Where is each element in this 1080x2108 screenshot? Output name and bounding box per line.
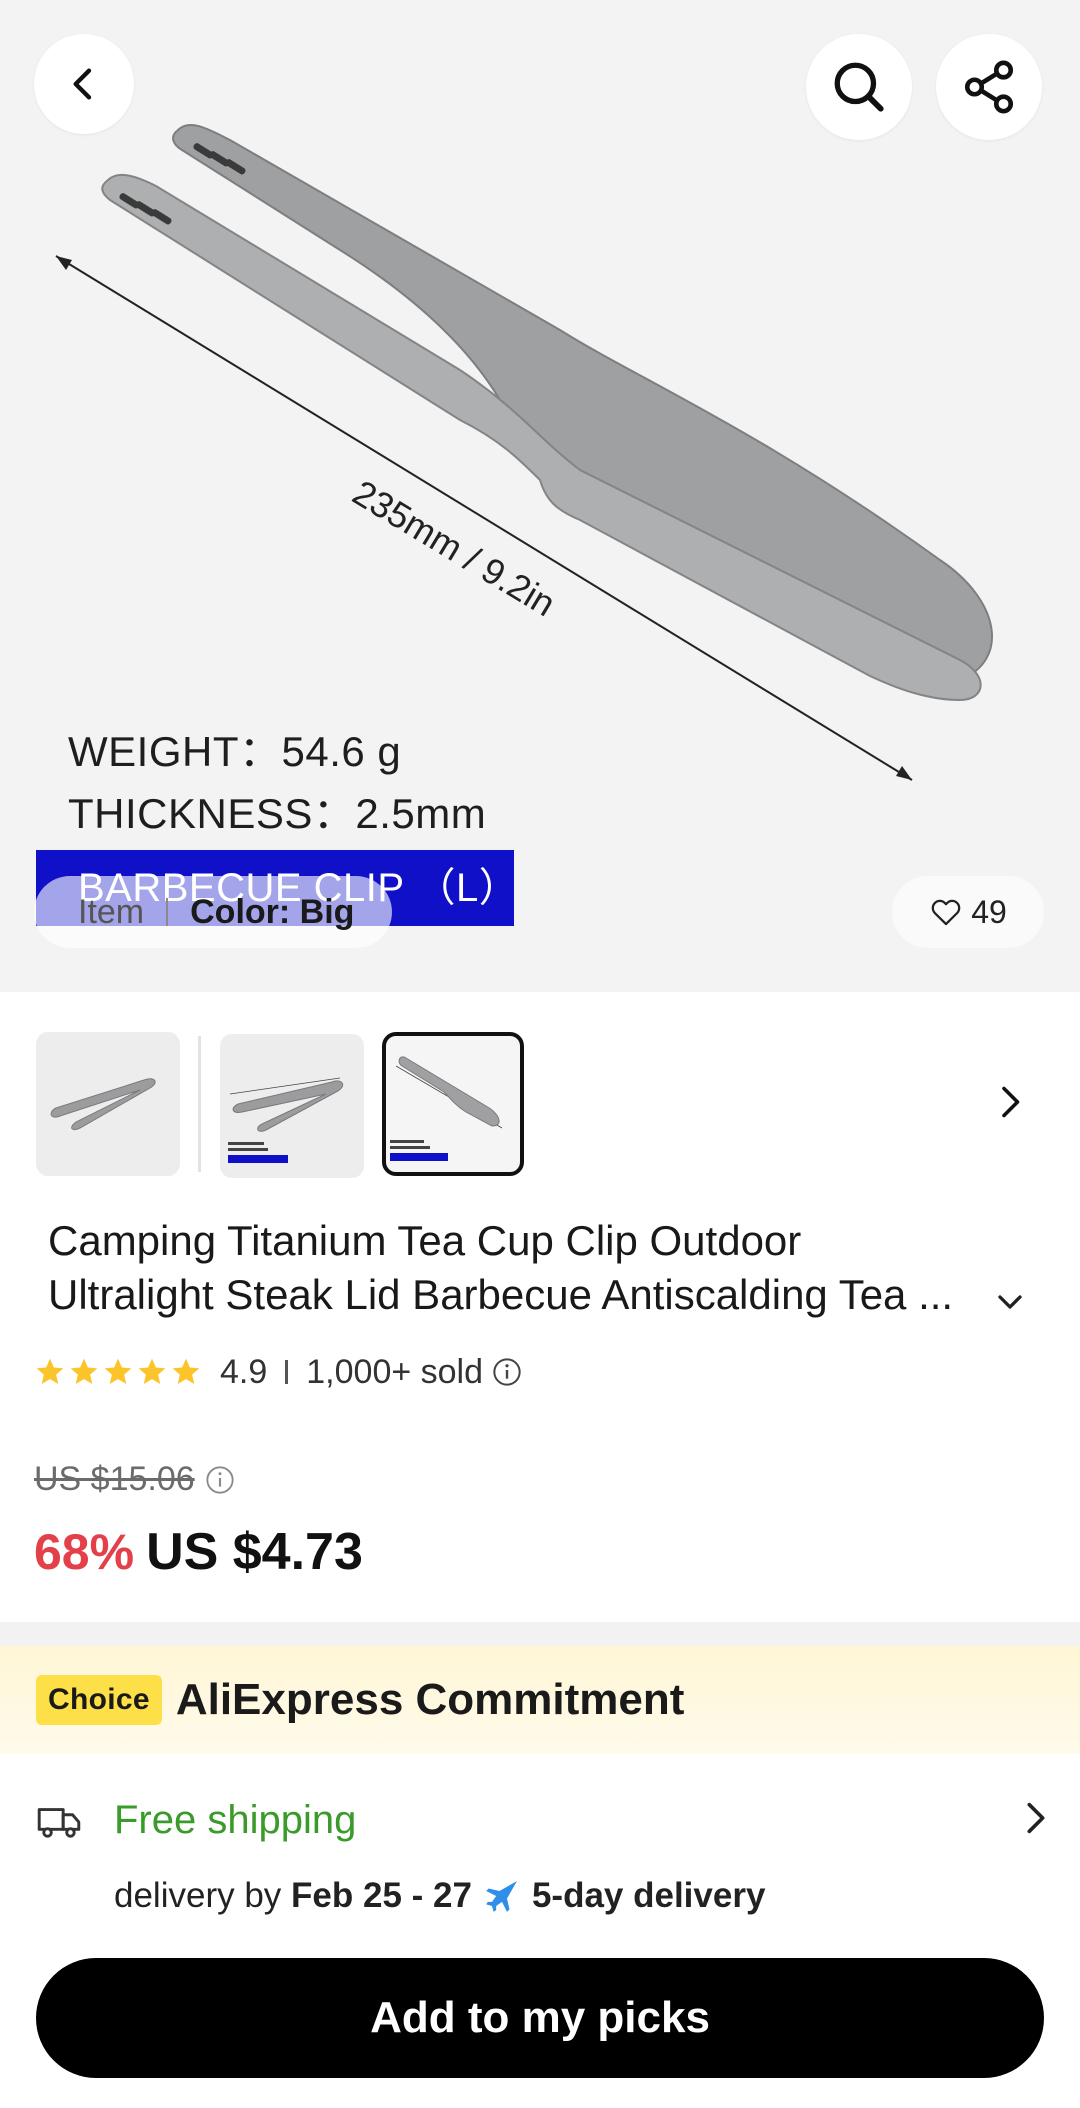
free-shipping-label[interactable]: Free shipping — [114, 1798, 356, 1843]
color-selector-pill[interactable]: Item Color: Big — [34, 876, 392, 948]
share-icon — [964, 60, 1014, 114]
product-photo: 235mm / 9.2in — [55, 124, 994, 781]
delivery-speed: 5-day delivery — [531, 1876, 766, 1915]
share-button[interactable] — [936, 34, 1042, 140]
heart-icon — [931, 899, 961, 926]
price-row: 68% US $4.73 — [34, 1522, 363, 1582]
thumbnail-image — [50, 1078, 156, 1131]
rating-row[interactable]: 4.9 1,000+ sold — [34, 1350, 523, 1394]
star-icon — [104, 1358, 132, 1384]
back-button[interactable] — [34, 34, 134, 134]
thumbnail-image — [390, 1056, 503, 1161]
commitment-title: AliExpress Commitment — [175, 1675, 685, 1724]
current-price: US $4.73 — [146, 1523, 363, 1581]
chevron-right-icon — [1002, 1086, 1020, 1118]
thumbnail-strip — [0, 1032, 1080, 1180]
divider — [285, 1360, 289, 1384]
airplane-icon — [482, 1876, 522, 1916]
add-to-picks-button[interactable]: Add to my picks — [36, 1958, 1044, 2078]
star-icon — [70, 1358, 98, 1384]
star-icon — [172, 1358, 200, 1384]
product-title-line-1: Camping Titanium Tea Cup Clip Outdoor — [48, 1217, 802, 1264]
chevron-down-icon[interactable] — [990, 1282, 1030, 1322]
thumbnails-next-button[interactable] — [980, 1072, 1040, 1132]
price-info-icon[interactable] — [204, 1464, 236, 1496]
thumbnail-1[interactable] — [36, 1032, 180, 1176]
delivery-estimate: delivery by Feb 25 - 27 5-day delivery — [114, 1876, 765, 1916]
thumbnail-3-selected[interactable] — [382, 1032, 524, 1176]
delivery-dates: Feb 25 - 27 — [291, 1876, 472, 1915]
thumbnail-divider — [198, 1036, 201, 1172]
wishlist-button[interactable]: 49 — [892, 876, 1044, 948]
thumbnail-image — [228, 1077, 344, 1163]
dimension-label: 235mm / 9.2in — [346, 472, 563, 625]
delivery-prefix: delivery by — [114, 1876, 282, 1915]
item-label: Item — [78, 892, 145, 931]
thumbnail-2[interactable] — [220, 1034, 364, 1178]
weight-label: WEIGHT：54.6 g — [68, 728, 402, 775]
discount-percent: 68% — [34, 1524, 135, 1580]
original-price-value: US $15.06 — [34, 1460, 195, 1498]
product-image-gallery[interactable]: 235mm / 9.2in WEIGHT：54.6 g THICKNESS：2.… — [0, 0, 1080, 992]
star-rating — [34, 1356, 202, 1388]
star-icon — [138, 1358, 166, 1384]
likes-count: 49 — [971, 893, 1007, 930]
star-icon — [36, 1358, 64, 1384]
info-icon[interactable] — [491, 1356, 523, 1388]
section-divider — [0, 1622, 1080, 1646]
sold-count: 1,000+ sold — [306, 1352, 484, 1391]
original-price: US $15.06 — [34, 1460, 195, 1499]
thickness-label: THICKNESS：2.5mm — [68, 790, 487, 837]
choice-commitment-banner[interactable]: Choice AliExpress Commitment — [0, 1646, 1080, 1754]
divider — [166, 898, 169, 926]
search-icon — [834, 62, 884, 112]
back-icon — [73, 68, 92, 100]
truck-icon — [37, 1808, 81, 1838]
product-title[interactable]: Camping Titanium Tea Cup Clip Outdoor Ul… — [48, 1214, 1028, 1322]
search-button[interactable] — [806, 34, 912, 140]
product-title-line-2: Ultralight Steak Lid Barbecue Antiscaldi… — [48, 1271, 954, 1318]
choice-badge: Choice — [36, 1675, 162, 1725]
rating-score: 4.9 — [220, 1352, 268, 1391]
color-label: Color: Big — [190, 892, 355, 931]
chevron-right-icon[interactable] — [1016, 1798, 1056, 1838]
